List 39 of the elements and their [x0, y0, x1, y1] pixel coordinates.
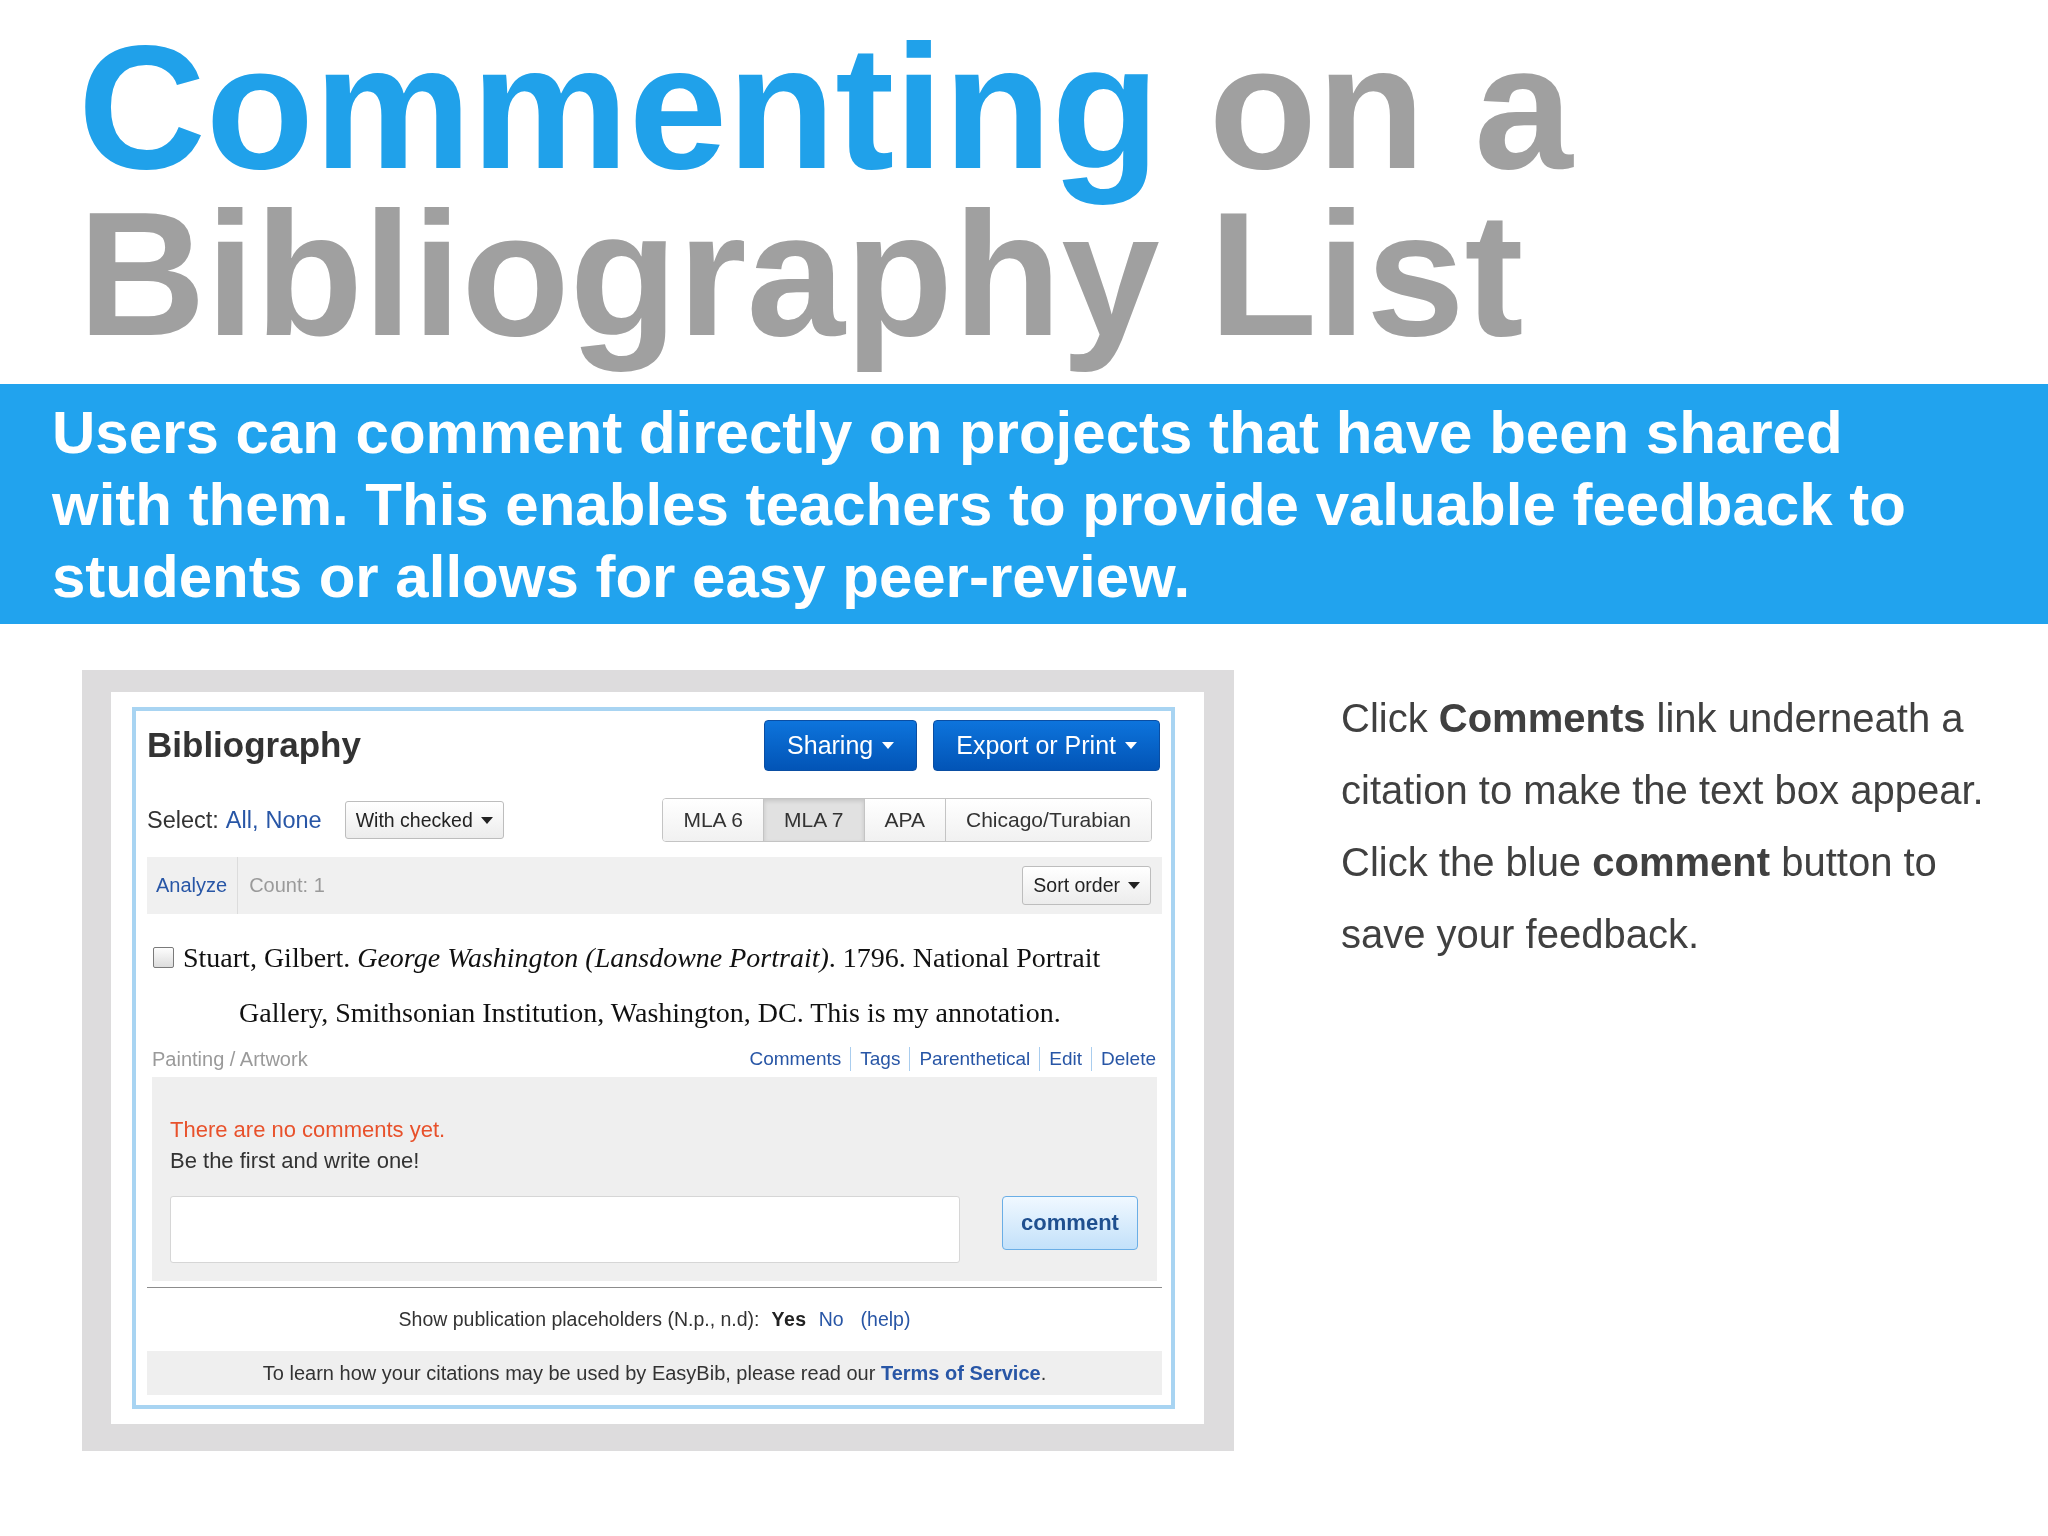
- type-label: Painting / Artwork: [152, 1047, 308, 1071]
- action-link[interactable]: Comments: [740, 1047, 851, 1071]
- slide-title: Commenting on a Bibliography List: [77, 12, 1575, 375]
- intro-text: Users can comment directly on projects that have been shared with them. This enables teachers to provide valuable feedback to students or allows for easy peer-review.: [52, 398, 1907, 612]
- bibliography-heading: Bibliography: [147, 726, 361, 765]
- empty-message: There are no comments yet.: [170, 1116, 447, 1144]
- select-link[interactable]: None: [265, 806, 322, 834]
- action-link[interactable]: Delete: [1091, 1047, 1156, 1071]
- dropdown-button[interactable]: Sort order: [1022, 866, 1151, 905]
- prompt-text: Be the first and write one!: [170, 1147, 421, 1175]
- action-link[interactable]: Edit: [1039, 1047, 1092, 1071]
- placeholder-option: Yes: [771, 1308, 807, 1331]
- placeholder-option[interactable]: No: [818, 1308, 844, 1331]
- footer-text: To learn how your citations may be used by EasyBib, please read our Terms of Service.: [262, 1361, 1047, 1385]
- select-label: Select:: [147, 806, 219, 834]
- instructions-text: Click Comments link underneath a citation to make the text box appear. Click the blue comment button to save your feedback.: [1341, 695, 1985, 958]
- dropdown-button[interactable]: With checked: [344, 801, 504, 839]
- style-tab[interactable]: MLA 6: [663, 799, 763, 841]
- count-label: Count: 1: [249, 874, 325, 897]
- select-link[interactable]: All,: [225, 806, 259, 834]
- action-link[interactable]: Parenthetical: [909, 1047, 1040, 1071]
- terms-link[interactable]: Terms of Service: [880, 1361, 1041, 1384]
- caret-icon: [1125, 742, 1137, 749]
- caret-icon: [882, 742, 895, 749]
- checkbox[interactable]: [153, 947, 174, 968]
- comment-field[interactable]: [170, 1196, 960, 1263]
- caret-icon: [1128, 882, 1140, 889]
- citation-text: Stuart, Gilbert. George Washington (Lansdowne Portrait). 1796. National Portrait Gallery, Smithsonian Institution, Washington, DC. This is my annotation.: [183, 941, 1102, 1030]
- style-tab[interactable]: Chicago/Turabian: [945, 799, 1151, 841]
- comment-button[interactable]: comment: [1002, 1196, 1138, 1250]
- action-link[interactable]: Tags: [850, 1047, 910, 1071]
- dropdown-button[interactable]: Sharing: [764, 720, 918, 771]
- help-link[interactable]: (help): [860, 1308, 911, 1331]
- style-tab[interactable]: MLA 7: [763, 799, 864, 841]
- placeholder-label: Show publication placeholders (N.p., n.d):: [398, 1308, 760, 1331]
- dropdown-button[interactable]: Export or Print: [933, 720, 1160, 771]
- analyze-link[interactable]: Analyze: [156, 857, 239, 914]
- caret-icon: [480, 816, 493, 824]
- style-tab[interactable]: APA: [863, 799, 945, 841]
